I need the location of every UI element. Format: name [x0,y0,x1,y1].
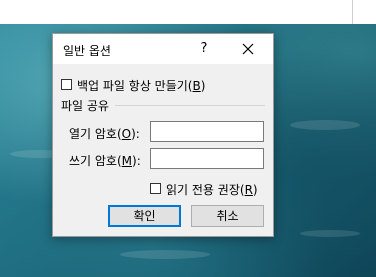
window-divider [352,0,353,24]
water-highlight [120,250,210,259]
close-button[interactable] [237,38,259,60]
top-window-strip [0,0,376,24]
readonly-recommended-label[interactable]: 읽기 전용 권장(R) [166,181,258,198]
general-options-dialog: 일반 옵션 ? 백업 파일 항상 만들기(B) 파일 공유 열기 암호(O): … [52,33,274,237]
ok-button[interactable]: 확인 [108,205,181,227]
water-highlight [290,120,360,130]
file-sharing-section-title: 파일 공유 [61,99,109,113]
section-divider [115,105,265,106]
modify-password-input[interactable] [150,148,264,169]
modify-password-label: 쓰기 암호(M): [69,154,141,168]
help-button[interactable]: ? [193,38,215,60]
dialog-titlebar: 일반 옵션 ? [53,34,273,64]
open-password-label: 열기 암호(O): [69,127,140,141]
cancel-button[interactable]: 취소 [191,205,264,227]
backup-checkbox[interactable] [61,79,72,90]
open-password-input[interactable] [150,121,264,142]
water-highlight [300,230,360,237]
backup-checkbox-label[interactable]: 백업 파일 항상 만들기(B) [77,77,205,94]
readonly-recommended-checkbox[interactable] [150,183,161,194]
close-icon [242,43,254,55]
dialog-title: 일반 옵션 [63,44,111,58]
